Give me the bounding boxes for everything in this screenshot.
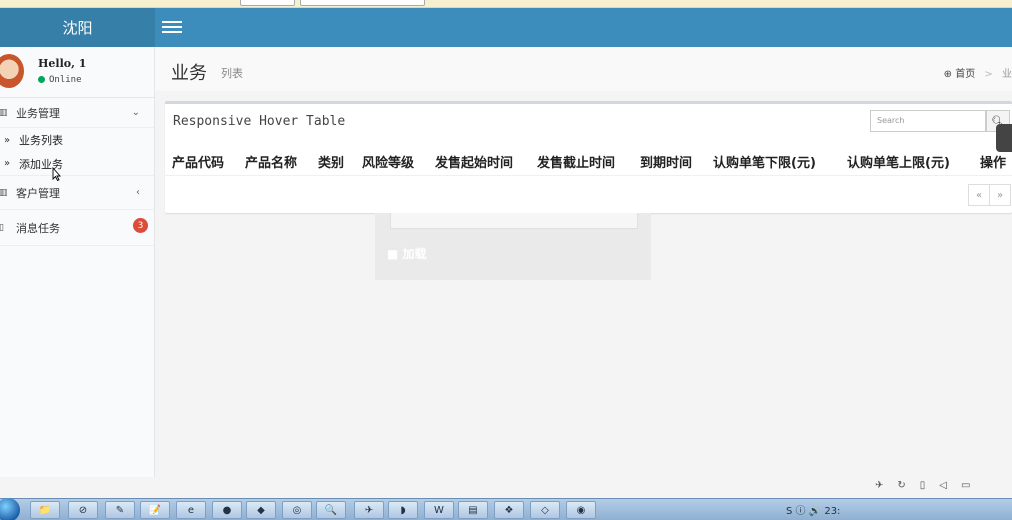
- bar-chart-icon: ▥: [0, 108, 8, 118]
- column-header: 到期时间: [640, 156, 693, 171]
- column-header: 产品代码: [172, 156, 225, 171]
- column-header: 产品名称: [245, 156, 298, 171]
- table-panel: Responsive Hover Table Search 🔍︎ 产品代码 产品…: [165, 101, 1012, 213]
- taskbar-app-button[interactable]: ◗: [388, 501, 418, 519]
- page-subtitle: 列表: [221, 67, 243, 80]
- double-chevron-icon: »: [4, 158, 11, 169]
- browser-top-strip: [0, 0, 1012, 8]
- content-header: 业务 列表 ⊕ 首页 > 业务: [155, 47, 1012, 91]
- loading-text: ■ 加载: [387, 247, 427, 261]
- hamburger-icon: [162, 21, 182, 23]
- column-header: 发售截止时间: [537, 156, 616, 171]
- column-header: 认购单笔上限(元): [847, 156, 950, 171]
- taskbar-app-button[interactable]: ●: [212, 501, 242, 519]
- taskbar-app-button[interactable]: ◆: [246, 501, 276, 519]
- user-greeting: Hello, 1: [38, 57, 87, 70]
- sidebar-item-messages[interactable]: ▯ 消息任务 3: [0, 210, 154, 246]
- taskbar-app-button[interactable]: W: [424, 501, 454, 519]
- pager-next-button[interactable]: »: [989, 184, 1011, 206]
- taskbar-app-button[interactable]: ◇: [530, 501, 560, 519]
- column-header: 风险等级: [362, 156, 415, 171]
- main-header: 沈阳: [0, 8, 1012, 47]
- table-header-row: 产品代码 产品名称 类别 风险等级 发售起始时间 发售截止时间 到期时间 认购单…: [165, 144, 1012, 176]
- loading-overlay: ■ 加载: [375, 213, 651, 280]
- taskbar-app-button[interactable]: ✎: [105, 501, 135, 519]
- window-icon[interactable]: ▭: [961, 480, 970, 496]
- column-header: 发售起始时间: [435, 156, 514, 171]
- trash-icon[interactable]: ▯: [920, 480, 926, 496]
- pin-icon[interactable]: ✈: [875, 480, 883, 496]
- breadcrumb: ⊕ 首页 > 业务: [944, 65, 1012, 80]
- taskbar-app-button[interactable]: 📁: [30, 501, 60, 519]
- double-chevron-icon: »: [4, 134, 11, 146]
- settings-side-tab[interactable]: [996, 124, 1012, 152]
- taskbar-app-button[interactable]: ▤: [458, 501, 488, 519]
- system-tray: S ⓘ 🔊 23:: [786, 506, 841, 517]
- sidebar-subitem-add-business[interactable]: » 添加业务: [0, 152, 154, 176]
- bar-chart-icon: ▥: [0, 188, 8, 198]
- mouse-cursor-icon: [52, 167, 61, 181]
- status-icons: ✈ ↻ ▯ ◁ ▭: [875, 480, 1012, 496]
- logo[interactable]: 沈阳: [0, 8, 155, 47]
- user-panel: Hello, 1 Online: [0, 47, 154, 98]
- sidebar-item-business[interactable]: ▥ 业务管理 ⌄: [0, 98, 154, 128]
- taskbar-app-button[interactable]: ⊘: [68, 501, 98, 519]
- chevron-left-icon: ‹: [136, 187, 140, 198]
- breadcrumb-home[interactable]: 首页: [955, 69, 975, 80]
- sidebar-toggle-button[interactable]: [162, 18, 182, 36]
- column-header: 认购单笔下限(元): [713, 156, 816, 171]
- start-button[interactable]: [0, 498, 20, 520]
- online-dot-icon: [38, 76, 45, 83]
- page-title: 业务: [171, 63, 207, 84]
- column-header: 操作: [980, 156, 1007, 171]
- column-header: 类别: [318, 156, 345, 171]
- taskbar-app-button[interactable]: ◉: [566, 501, 596, 519]
- notification-badge: 3: [133, 218, 148, 233]
- taskbar-app-button[interactable]: ◎: [282, 501, 312, 519]
- avatar: [0, 54, 24, 88]
- pager-prev-button[interactable]: «: [968, 184, 990, 206]
- refresh-icon[interactable]: ↻: [897, 480, 905, 496]
- taskbar-app-button[interactable]: 📝: [140, 501, 170, 519]
- sidebar-subitem-business-list[interactable]: » 业务列表: [0, 128, 154, 152]
- speaker-icon[interactable]: ◁: [939, 480, 947, 496]
- browser-field[interactable]: [240, 0, 295, 6]
- sidebar: Hello, 1 Online ▥ 业务管理 ⌄ » 业务列表 » 添加业务 ▥…: [0, 47, 155, 477]
- panel-title: Responsive Hover Table: [173, 114, 346, 129]
- search-input[interactable]: Search: [870, 110, 986, 132]
- browser-address-field[interactable]: [300, 0, 425, 6]
- breadcrumb-current: 业务: [1002, 69, 1012, 80]
- online-status: Online: [38, 75, 82, 85]
- taskbar-app-button[interactable]: ✈: [354, 501, 384, 519]
- dashboard-icon: ⊕: [943, 69, 953, 80]
- taskbar-app-button[interactable]: ❖: [494, 501, 524, 519]
- taskbar-app-button[interactable]: 🔍: [316, 501, 346, 519]
- sidebar-item-customers[interactable]: ▥ 客户管理 ‹: [0, 176, 154, 210]
- trash-icon: ▯: [0, 223, 4, 233]
- chevron-down-icon: ⌄: [131, 107, 140, 118]
- taskbar-app-button[interactable]: e: [176, 501, 206, 519]
- taskbar: 📁 ⊘ ✎ 📝 e ● ◆ ◎ 🔍 ✈ ◗ W ▤ ❖ ◇ ◉ S ⓘ 🔊 23:: [0, 498, 1012, 520]
